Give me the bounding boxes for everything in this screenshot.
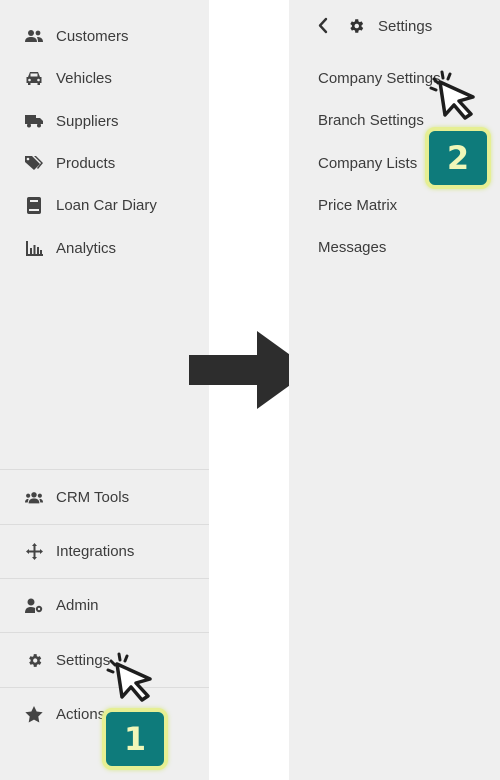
main-sidebar: Customers Vehicles Suppliers Products Lo… xyxy=(0,0,209,780)
tags-icon xyxy=(25,154,43,172)
sidebar-item-label: Suppliers xyxy=(56,112,119,130)
settings-panel: Settings Company Settings Branch Setting… xyxy=(289,0,500,780)
sidebar-item-label: CRM Tools xyxy=(56,488,130,506)
move-arrows-icon xyxy=(25,542,43,560)
sidebar-item-label: Vehicles xyxy=(56,69,112,87)
menu-item-company-lists[interactable]: Company Lists xyxy=(318,155,417,172)
sidebar-item-integrations[interactable]: Integrations xyxy=(0,531,209,571)
sidebar-item-customers[interactable]: Customers xyxy=(0,16,209,56)
sidebar-item-label: Analytics xyxy=(56,239,117,257)
book-icon xyxy=(25,196,43,214)
menu-item-branch-settings[interactable]: Branch Settings xyxy=(318,112,424,129)
sidebar-item-loan-car-diary[interactable]: Loan Car Diary xyxy=(0,185,209,225)
star-icon xyxy=(25,705,43,723)
step-badge-1: 1 xyxy=(102,708,168,770)
sidebar-item-label: Admin xyxy=(56,596,99,614)
sidebar-item-label: Integrations xyxy=(56,542,135,560)
divider xyxy=(0,469,209,470)
sidebar-item-label: Customers xyxy=(56,27,129,45)
users-icon xyxy=(25,27,43,45)
sidebar-item-analytics[interactable]: Analytics xyxy=(0,228,209,268)
menu-item-company-settings[interactable]: Company Settings xyxy=(318,70,441,87)
gear-icon xyxy=(347,17,365,40)
gear-icon xyxy=(25,651,43,669)
menu-item-messages[interactable]: Messages xyxy=(318,239,386,256)
bar-chart-icon xyxy=(25,239,43,257)
sidebar-item-admin[interactable]: Admin xyxy=(0,585,209,625)
divider xyxy=(0,578,209,579)
sidebar-item-label: Actions xyxy=(56,705,106,723)
divider xyxy=(0,632,209,633)
users-group-icon xyxy=(25,488,43,506)
car-icon xyxy=(25,69,43,87)
step-badge-2: 2 xyxy=(425,127,491,189)
sidebar-item-vehicles[interactable]: Vehicles xyxy=(0,58,209,98)
sidebar-item-label: Products xyxy=(56,154,116,172)
menu-item-price-matrix[interactable]: Price Matrix xyxy=(318,197,397,214)
chevron-left-icon[interactable] xyxy=(318,17,328,39)
truck-icon xyxy=(25,112,43,130)
settings-header: Settings xyxy=(289,12,500,42)
sidebar-item-suppliers[interactable]: Suppliers xyxy=(0,101,209,141)
sidebar-item-products[interactable]: Products xyxy=(0,143,209,183)
sidebar-item-label: Loan Car Diary xyxy=(56,196,157,214)
user-cog-icon xyxy=(25,596,43,614)
pointer-cursor-icon xyxy=(102,650,158,707)
settings-title: Settings xyxy=(378,18,433,35)
divider xyxy=(0,524,209,525)
pointer-cursor-icon xyxy=(425,68,481,125)
sidebar-item-crm-tools[interactable]: CRM Tools xyxy=(0,477,209,517)
